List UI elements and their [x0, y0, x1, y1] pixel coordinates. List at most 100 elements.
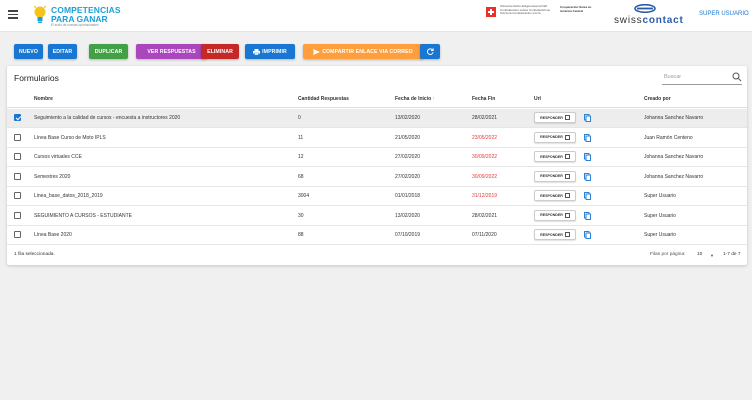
table-row[interactable]: Cursos virtuales CCE 12 27/02/2020 30/09/20… — [7, 148, 747, 167]
copy-icon[interactable] — [584, 211, 591, 220]
header-fecha-inicio[interactable]: Fecha de Inicio ↑ — [395, 96, 435, 102]
respond-button[interactable]: RESPONDER — [534, 151, 576, 162]
send-icon — [313, 48, 321, 55]
row-checkbox[interactable] — [14, 231, 21, 238]
table-row[interactable]: Línea Base Curso de Moto IPLS 11 21/05/202… — [7, 129, 747, 148]
cell-nombre: Línea Base Curso de Moto IPLS — [34, 134, 106, 141]
cell-fecha-inicio: 13/02/2020 — [395, 115, 421, 121]
open-external-icon — [564, 154, 570, 159]
selection-count: 1 fila seleccionada. — [14, 252, 55, 257]
cell-fecha-fin: 28/02/2021 — [472, 212, 498, 219]
cell-nombre: Seguimiento a la calidad de cursos - enc… — [34, 115, 181, 121]
search-icon[interactable] — [732, 72, 742, 82]
respond-button[interactable]: RESPONDER — [534, 209, 576, 221]
cell-creado-por: Super Usuario — [644, 212, 676, 219]
cell-fecha-inicio: 27/02/2020 — [395, 154, 421, 160]
table-row[interactable]: Línea Base 2020 88 07/10/2019 07/11/2020 RES… — [7, 226, 747, 245]
cell-creado-por: Johanna Sanchez Navarro — [644, 115, 704, 121]
swisscontact-logo: swisscontact — [612, 4, 684, 28]
swiss-agency-text: Cooperación Suiza en América Central — [560, 5, 592, 13]
table-row[interactable]: SEGUIMIENTO A CURSOS - ESTUDIANTE 30 13/02… — [7, 207, 747, 226]
card-title: Formularios — [14, 73, 59, 83]
cell-nombre: Semestres 2020 — [34, 173, 71, 180]
caret-down-icon[interactable]: ▼ — [710, 253, 714, 258]
header-url: Url — [534, 96, 541, 102]
row-checkbox[interactable] — [14, 192, 21, 199]
row-checkbox[interactable] — [14, 153, 21, 160]
logo-tagline: El inicio de nuevas oportunidades — [51, 23, 99, 27]
row-checkbox[interactable] — [14, 133, 21, 141]
forms-table-card: Formularios Buscar Nombre Cantidad Respu… — [7, 66, 747, 265]
cell-fecha-inicio: 13/02/2020 — [395, 212, 421, 219]
menu-icon[interactable] — [8, 10, 18, 20]
open-external-icon — [564, 134, 570, 140]
top-app-bar: COMPETENCIAS PARA GANAR El inicio de nue… — [0, 0, 752, 32]
open-external-icon — [564, 232, 570, 237]
swisscontact-wordmark: swisscontact — [614, 15, 684, 26]
rows-per-page-select[interactable]: 10 — [697, 252, 702, 257]
copy-icon[interactable] — [584, 192, 591, 200]
header-creado-por[interactable]: Creado por — [644, 96, 671, 102]
cell-fecha-inicio: 21/05/2020 — [395, 134, 421, 141]
cell-nombre: Línea Base 2020 — [34, 232, 72, 238]
table-header: Nombre Cantidad Respuestas Fecha de Inic… — [7, 90, 747, 108]
search-input[interactable]: Buscar — [662, 70, 742, 85]
cell-cantidad: 30 — [298, 212, 304, 219]
copy-icon[interactable] — [584, 133, 591, 142]
respond-button[interactable]: RESPONDER — [534, 112, 576, 123]
row-checkbox[interactable] — [14, 114, 21, 121]
copy-icon[interactable] — [584, 231, 591, 239]
view-responses-button[interactable]: VER RESPUESTAS — [136, 44, 207, 59]
refresh-button[interactable] — [420, 44, 440, 59]
cell-cantidad: 3004 — [298, 193, 310, 199]
edit-button[interactable]: EDITAR — [48, 44, 77, 59]
swisscontact-mark-icon — [634, 4, 656, 13]
cell-fecha-fin: 30/09/2022 — [472, 154, 498, 160]
cell-fecha-fin: 23/05/2022 — [472, 134, 498, 141]
new-button[interactable]: NUEVO — [14, 44, 43, 59]
cell-cantidad: 0 — [298, 115, 301, 121]
copy-icon[interactable] — [584, 153, 591, 161]
delete-button[interactable]: ELIMINAR — [201, 44, 239, 59]
lightbulb-icon — [33, 5, 47, 23]
header-cantidad[interactable]: Cantidad Respuestas — [298, 96, 349, 102]
printer-icon — [253, 48, 261, 55]
header-fecha-fin[interactable]: Fecha Fin — [472, 96, 495, 102]
cell-nombre: Cursos virtuales CCE — [34, 154, 82, 160]
cell-creado-por: Super Usuario — [644, 193, 676, 199]
swiss-flag-icon — [486, 7, 496, 17]
refresh-icon — [426, 48, 434, 55]
cell-cantidad: 11 — [298, 134, 304, 141]
row-checkbox[interactable] — [14, 172, 21, 180]
open-external-icon — [564, 115, 570, 120]
competencias-logo[interactable]: COMPETENCIAS PARA GANAR El inicio de nue… — [33, 3, 123, 29]
swiss-gov-text: Schweizerische Eidgenossenschaft Confédé… — [500, 4, 551, 16]
cell-fecha-fin: 07/11/2020 — [472, 232, 497, 238]
open-external-icon — [564, 193, 570, 198]
row-checkbox[interactable] — [14, 211, 21, 219]
cell-creado-por: Johanna Sanchez Navarro — [644, 154, 704, 160]
duplicate-button[interactable]: DUPLICAR — [89, 44, 128, 59]
open-external-icon — [564, 173, 570, 179]
copy-icon[interactable] — [584, 114, 591, 122]
respond-button[interactable]: RESPONDER — [534, 190, 576, 201]
rows-per-page-label: Filas por página: — [650, 252, 686, 257]
respond-button[interactable]: RESPONDER — [534, 229, 576, 240]
cell-nombre: SEGUIMIENTO A CURSOS - ESTUDIANTE — [34, 212, 132, 219]
cell-fecha-inicio: 07/10/2019 — [395, 232, 421, 238]
cell-creado-por: Super Usuario — [644, 232, 676, 238]
table-row[interactable]: Semestres 2020 68 27/02/2020 30/09/2022 RESP… — [7, 168, 747, 187]
cell-fecha-fin: 28/02/2021 — [472, 115, 498, 121]
cell-creado-por: Juan Ramón Centeno — [644, 134, 693, 141]
print-button[interactable]: IMPRIMIR — [245, 44, 295, 59]
respond-button[interactable]: RESPONDER — [534, 131, 576, 143]
table-row[interactable]: Seguimiento a la calidad de cursos - enc… — [7, 109, 747, 128]
user-menu-link[interactable]: SUPER USUARIO — [699, 11, 749, 17]
share-link-email-button[interactable]: COMPARTIR ENLACE VIA CORREO — [303, 44, 423, 59]
header-nombre[interactable]: Nombre — [34, 96, 53, 102]
open-external-icon — [564, 212, 570, 218]
respond-button[interactable]: RESPONDER — [534, 170, 576, 182]
table-row[interactable]: Linea_base_datos_2018_2019 3004 01/01/2018… — [7, 187, 747, 206]
copy-icon[interactable] — [584, 172, 591, 181]
cell-fecha-fin: 30/09/2022 — [472, 173, 498, 180]
